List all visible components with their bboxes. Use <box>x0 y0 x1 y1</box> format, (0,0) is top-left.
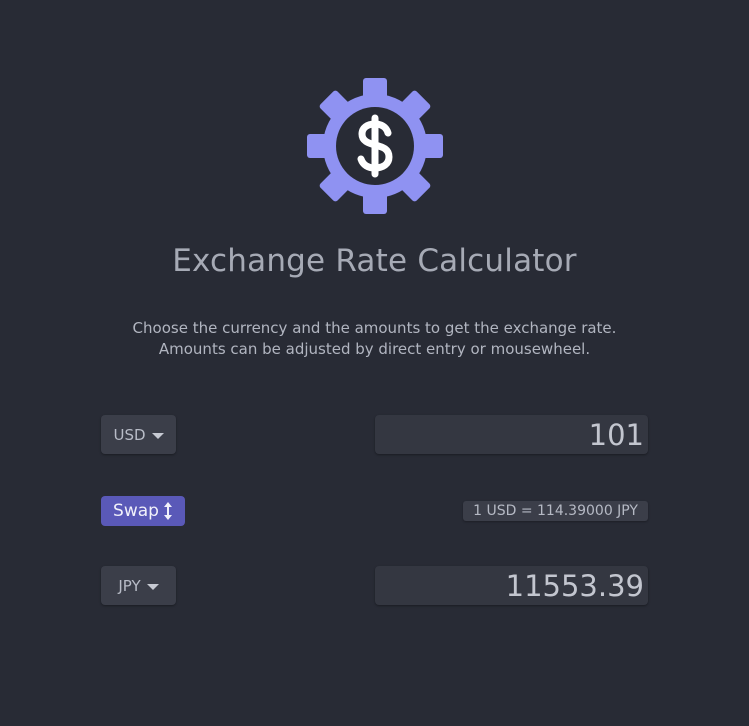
page-title: Exchange Rate Calculator <box>172 243 577 279</box>
exchange-rate-text: 1 USD = 114.39000 JPY <box>473 503 638 519</box>
amount-one-input[interactable]: 101 <box>375 415 648 454</box>
exchange-rate-display: 1 USD = 114.39000 JPY <box>463 501 648 521</box>
gear-dollar-icon <box>307 78 443 214</box>
instructions: Choose the currency and the amounts to g… <box>0 318 749 360</box>
currency-one-code: USD <box>113 425 146 444</box>
swap-button[interactable]: Swap <box>101 496 185 526</box>
instructions-line-2: Amounts can be adjusted by direct entry … <box>158 340 591 358</box>
currency-two-code: JPY <box>118 576 141 595</box>
amount-one-value: 101 <box>588 417 644 452</box>
currency-one-select[interactable]: USD <box>101 415 176 454</box>
exchange-rate-app: Exchange Rate Calculator Choose the curr… <box>0 0 749 726</box>
currency-two-select[interactable]: JPY <box>101 566 176 605</box>
instructions-line-1: Choose the currency and the amounts to g… <box>132 319 617 337</box>
swap-label: Swap <box>113 501 159 521</box>
chevron-down-icon <box>146 583 159 590</box>
up-down-arrow-icon <box>163 502 172 520</box>
chevron-down-icon <box>151 432 164 439</box>
amount-two-input[interactable]: 11553.39 <box>375 566 648 605</box>
amount-two-value: 11553.39 <box>505 568 644 603</box>
